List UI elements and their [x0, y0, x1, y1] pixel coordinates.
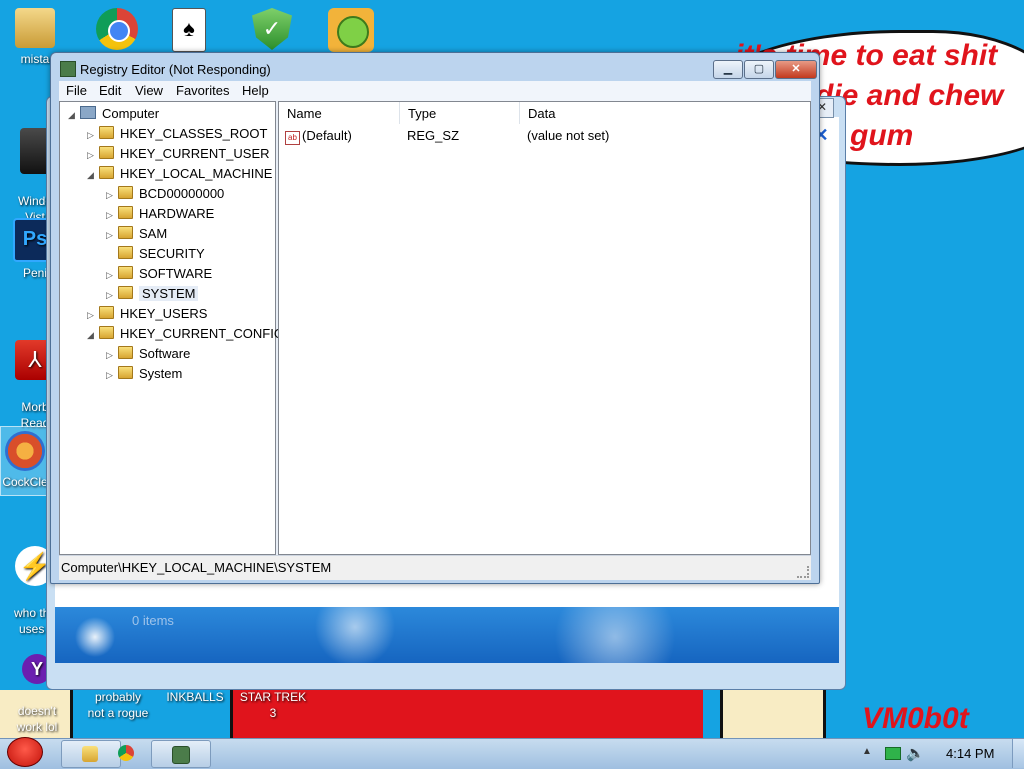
tree-node-hkcu[interactable]: ▷ HKEY_CURRENT_USER	[87, 146, 270, 161]
tree-node-hardware[interactable]: ▷ HARDWARE	[106, 206, 214, 221]
tree-label: BCD00000000	[139, 186, 225, 201]
desktop-icon-label: mista	[20, 52, 50, 66]
tree-label: SOFTWARE	[139, 266, 213, 281]
client-area: ◢ Computer ▷ HKEY_CLASSES_ROOT ▷ HKEY_CURRE…	[59, 101, 811, 555]
tray-expand-icon[interactable]: ▲	[862, 746, 872, 757]
string-value-icon: ab	[285, 131, 300, 145]
tree-node-hku[interactable]: ▷ HKEY_USERS	[87, 306, 207, 321]
regedit-icon	[60, 61, 76, 77]
tree-node-computer[interactable]: ◢ Computer	[68, 106, 159, 121]
menu-favorites[interactable]: Favorites	[176, 83, 229, 98]
minimize-button[interactable]: ▁	[713, 60, 743, 79]
tree-label: HARDWARE	[139, 206, 215, 221]
desktop-icon-star-trek-3[interactable]: STAR TREK 3	[236, 689, 310, 721]
tree-node-hkcr[interactable]: ▷ HKEY_CLASSES_ROOT	[87, 126, 267, 141]
folder-icon	[99, 326, 114, 339]
tree-node-sam[interactable]: ▷ SAM	[106, 226, 167, 241]
folder-icon	[118, 286, 133, 299]
folder-icon	[118, 186, 133, 199]
desktop-icon-cockcle[interactable]: CockCle	[0, 426, 50, 496]
wallpaper-signature: VM0b0t	[862, 702, 969, 735]
menu-edit[interactable]: Edit	[99, 83, 121, 98]
tree-label: HKEY_USERS	[120, 306, 208, 321]
tree-label: System	[139, 366, 183, 381]
tree-label: HKEY_CLASSES_ROOT	[120, 126, 268, 141]
close-button[interactable]: ✕	[775, 60, 817, 79]
clock[interactable]: 4:14 PM	[946, 746, 994, 761]
tree-node-hklm[interactable]: ◢ HKEY_LOCAL_MACHINE	[87, 166, 272, 181]
registry-editor-window[interactable]: Registry Editor (Not Responding) ▁ ▢ ✕ F…	[50, 52, 820, 584]
chrome-icon[interactable]	[96, 8, 138, 50]
folder-icon	[118, 366, 133, 379]
regedit-icon	[172, 746, 190, 764]
maximize-button[interactable]: ▢	[744, 60, 774, 79]
ccleaner-icon	[5, 431, 45, 471]
tree-node-bcd[interactable]: ▷ BCD00000000	[106, 186, 224, 201]
tree-node-hkcc-system[interactable]: ▷ System	[106, 366, 182, 381]
status-path: Computer\HKEY_LOCAL_MACHINE\SYSTEM	[61, 560, 332, 575]
solitaire-icon[interactable]: ♠	[172, 8, 206, 52]
menu-help[interactable]: Help	[242, 83, 269, 98]
angry-bird-icon	[7, 737, 43, 767]
desktop-icon-label: doesn't work lol	[16, 704, 58, 734]
value-data: (value not set)	[527, 128, 610, 143]
tree-label: SECURITY	[139, 246, 205, 261]
folder-icon	[118, 206, 133, 219]
folder-icon	[118, 266, 133, 279]
show-desktop-button[interactable]	[1012, 739, 1024, 768]
desktop-icon-inkballs[interactable]: INKBALLS	[160, 689, 230, 705]
folder-icon	[99, 146, 114, 159]
column-header-type[interactable]: Type	[400, 102, 520, 124]
tree-label: HKEY_CURRENT_USER	[120, 146, 270, 161]
taskbar-regedit-button[interactable]	[151, 740, 211, 768]
start-button[interactable]	[3, 731, 47, 768]
tree-label: HKEY_CURRENT_CONFIG	[120, 326, 284, 341]
title-bar[interactable]: Registry Editor (Not Responding) ▁ ▢ ✕	[51, 53, 819, 81]
wallpaper-shape	[720, 690, 826, 740]
tree-label: Computer	[102, 106, 160, 121]
tree-label: Software	[139, 346, 191, 361]
taskbar-explorer-button[interactable]	[61, 740, 121, 768]
volume-icon[interactable]: 🔈	[906, 744, 925, 762]
desktop-icon-label: Peni	[22, 266, 48, 280]
value-type: REG_SZ	[407, 128, 460, 143]
folder-icon	[99, 126, 114, 139]
key-tree[interactable]: ◢ Computer ▷ HKEY_CLASSES_ROOT ▷ HKEY_CURRE…	[59, 101, 284, 555]
value-row-default[interactable]: ab (Default)	[285, 128, 352, 145]
column-header-data[interactable]: Data	[520, 102, 808, 124]
folder-icon	[118, 346, 133, 359]
taskbar-chrome-icon[interactable]	[118, 745, 134, 761]
computer-icon	[80, 106, 96, 119]
tree-label: HKEY_LOCAL_MACHINE	[120, 166, 273, 181]
column-header-name[interactable]: Name	[279, 102, 400, 124]
network-icon[interactable]	[885, 747, 901, 760]
folder-icon	[99, 306, 114, 319]
folder-icon	[118, 246, 133, 259]
tree-label-selected: SYSTEM	[139, 286, 199, 301]
tree-label: SAM	[139, 226, 168, 241]
tree-node-software[interactable]: ▷ SOFTWARE	[106, 266, 212, 281]
tree-node-hkcc[interactable]: ◢ HKEY_CURRENT_CONFIG	[87, 326, 284, 341]
window-title: Registry Editor (Not Responding)	[80, 62, 271, 77]
shield-icon[interactable]: ✓	[252, 8, 292, 50]
folder-icon	[118, 226, 133, 239]
menu-file[interactable]: File	[66, 83, 87, 98]
status-bar: Computer\HKEY_LOCAL_MACHINE\SYSTEM	[59, 555, 811, 580]
explorer-icon	[82, 746, 98, 762]
folder-icon	[15, 8, 55, 48]
menu-view[interactable]: View	[135, 83, 163, 98]
desktop-icon-probably-not-a-rogue[interactable]: probably not a rogue	[80, 689, 156, 721]
resize-grip-icon[interactable]	[797, 566, 809, 578]
value-name: (Default)	[302, 128, 352, 143]
desktop-icon-label: CockCle	[2, 475, 48, 489]
menu-bar: File Edit View Favorites Help	[59, 81, 811, 101]
background-items-count: 0 items	[132, 613, 174, 628]
folder-icon	[99, 166, 114, 179]
bad-piggies-icon[interactable]	[328, 8, 374, 52]
values-list[interactable]: Name Type Data ab (Default) REG_SZ (value…	[278, 101, 811, 555]
tree-node-system[interactable]: ▷ SYSTEM	[106, 286, 199, 301]
tree-node-security[interactable]: SECURITY	[106, 246, 205, 261]
tree-node-hkcc-software[interactable]: ▷ Software	[106, 346, 190, 361]
